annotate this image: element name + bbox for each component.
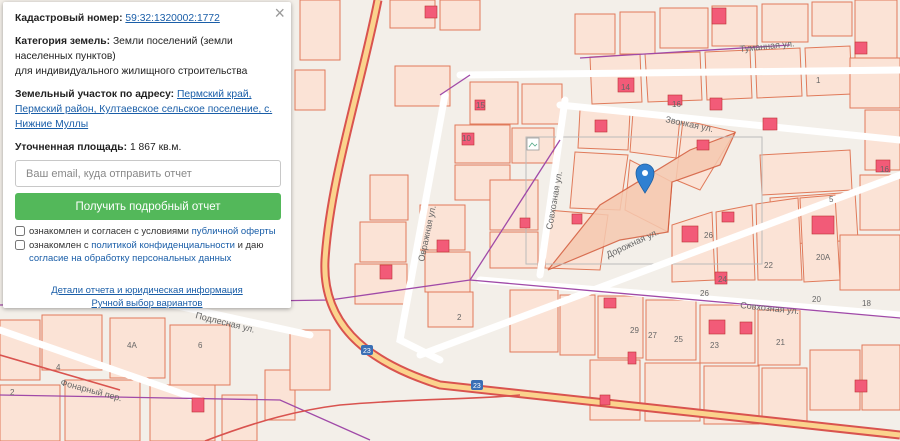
address-link-2[interactable]: Пермский район, Култаевское сельское пос… [15, 104, 272, 115]
road-badge: 23 [473, 383, 481, 390]
cadastral-number-label: Кадастровый номер: [15, 13, 123, 24]
house-number: 16 [672, 100, 681, 109]
house-number: 4А [127, 341, 137, 350]
house-number: 27 [648, 331, 657, 340]
house-number: 4 [56, 363, 61, 372]
close-icon[interactable]: × [274, 3, 285, 23]
house-number: 10 [462, 134, 471, 143]
land-category-value-1: Земли поселений (земли [112, 36, 233, 47]
land-category-value-3: для индивидуального жилищного строительс… [15, 66, 248, 77]
house-number: 26 [704, 231, 713, 240]
parcel-info-panel: × Кадастровый номер: 59:32:1320002:1772 … [3, 2, 291, 310]
house-number: 5 [829, 195, 834, 204]
manual-selection-link[interactable]: Ручной выбор вариантов [15, 297, 279, 310]
get-report-button[interactable]: Получить подробный отчет [15, 193, 281, 220]
road-badge: 23 [363, 348, 371, 355]
house-number: 2 [10, 388, 15, 397]
privacy-policy-link[interactable]: политикой конфиденциальности [91, 240, 235, 251]
house-number: 1 [816, 76, 821, 85]
land-category-label: Категория земель: [15, 36, 111, 47]
house-number: 18 [862, 299, 871, 308]
email-input[interactable] [15, 160, 281, 187]
address-link-3[interactable]: Нижние Муллы [15, 119, 88, 130]
consent-privacy-mid: и даю [237, 240, 264, 251]
consent-offer-text: ознакомлен и согласен с условиями [29, 226, 189, 237]
area-value: 1 867 кв.м. [129, 142, 182, 153]
house-number: 21 [776, 338, 785, 347]
area-label: Уточненная площадь: [15, 142, 128, 153]
bottom-links: Детали отчета и юридическая информация Р… [15, 284, 279, 310]
broken-image-icon [526, 137, 540, 151]
house-number: 26 [700, 289, 709, 298]
consent-privacy-text: ознакомлен с [29, 240, 89, 251]
house-number: 20 [812, 295, 821, 304]
report-details-link[interactable]: Детали отчета и юридическая информация [15, 284, 279, 297]
house-number: 20А [816, 253, 831, 262]
house-number: 29 [630, 326, 639, 335]
consent-offer-row: ознакомлен и согласен с условиями публич… [15, 225, 279, 238]
house-number: 22 [764, 261, 773, 270]
address-label: Земельный участок по адресу: [15, 89, 175, 100]
house-number: 16 [880, 165, 889, 174]
cadastral-number-link[interactable]: 59:32:1320002:1772 [125, 13, 219, 24]
house-number: 15 [476, 101, 485, 110]
consent-privacy-row: ознакомлен с политикой конфиденциальност… [15, 239, 279, 265]
consent-offer-checkbox[interactable] [15, 226, 25, 236]
land-category-row: Категория земель: Земли поселений (земли… [15, 34, 279, 79]
public-offer-link[interactable]: публичной оферты [192, 226, 276, 237]
house-number: 25 [674, 335, 683, 344]
house-number: 2 [457, 313, 462, 322]
house-number: 14 [621, 83, 630, 92]
land-category-value-2: населенных пунктов) [15, 51, 116, 62]
house-number: 6 [198, 341, 203, 350]
house-number: 23 [710, 341, 719, 350]
consent-privacy-checkbox[interactable] [15, 240, 25, 250]
personal-data-consent-link[interactable]: согласие на обработку персональных данны… [29, 253, 231, 264]
cadastral-number-row: Кадастровый номер: 59:32:1320002:1772 [15, 11, 279, 26]
address-link-1[interactable]: Пермский край, [177, 89, 252, 100]
address-row: Земельный участок по адресу: Пермский кр… [15, 87, 279, 132]
area-row: Уточненная площадь: 1 867 кв.м. [15, 140, 279, 155]
house-number: 24 [718, 275, 727, 284]
